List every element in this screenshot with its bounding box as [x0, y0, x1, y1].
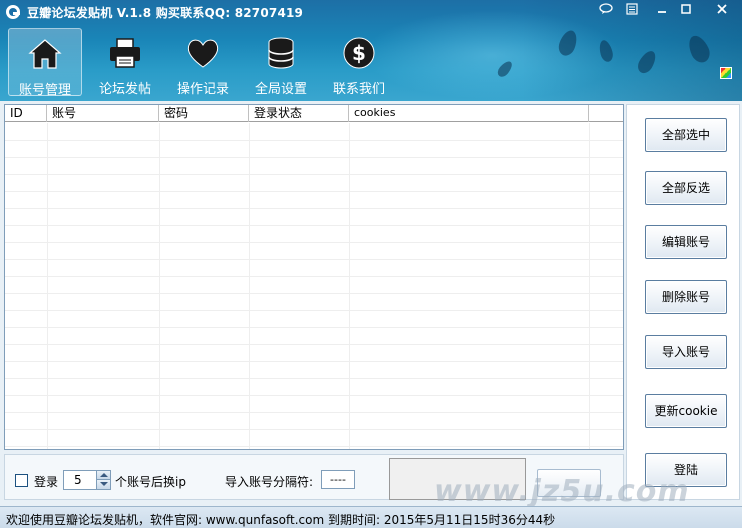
grid-column-line	[349, 123, 350, 449]
grid-row-line	[5, 242, 623, 243]
separator-input[interactable]: ----	[321, 470, 355, 489]
tab-contact-us[interactable]: $ 联系我们	[322, 28, 396, 97]
tab-label: 全局设置	[254, 82, 307, 97]
status-text: 欢迎使用豆瓣论坛发贴机，软件官网: www.qunfasoft.com 到期时间…	[6, 513, 556, 527]
select-all-button[interactable]: 全部选中	[645, 118, 727, 152]
grid-column-line	[249, 123, 250, 449]
database-icon	[268, 37, 294, 69]
invert-select-button[interactable]: 全部反选	[645, 171, 727, 205]
title-bar[interactable]: 豆瓣论坛发贴机 V.1.8 购买联系QQ: 82707419	[0, 0, 742, 24]
chat-icon[interactable]	[596, 2, 616, 16]
grid-row-line	[5, 429, 623, 430]
grid-row-line	[5, 225, 623, 226]
dollar-icon: $	[343, 37, 375, 69]
tab-global-settings[interactable]: 全局设置	[244, 28, 318, 97]
grid-row-line	[5, 174, 623, 175]
delete-account-button[interactable]: 删除账号	[645, 280, 727, 314]
stepper-up-icon[interactable]	[96, 471, 110, 480]
grid-row-line	[5, 310, 623, 311]
column-header-id[interactable]: ID	[5, 105, 47, 122]
app-title: 豆瓣论坛发贴机 V.1.8 购买联系QQ: 82707419	[27, 6, 304, 20]
login-checkbox-label: 登录	[34, 475, 59, 489]
column-header-password[interactable]: 密码	[159, 105, 249, 122]
separator-label: 导入账号分隔符:	[225, 475, 314, 489]
watermark: www.jz5u.com	[434, 474, 690, 509]
app-logo-icon	[6, 5, 20, 19]
edit-account-button[interactable]: 编辑账号	[645, 225, 727, 259]
grid-row-line	[5, 191, 623, 192]
grid-column-line	[159, 123, 160, 449]
switch-count-stepper[interactable]: 5	[63, 470, 111, 490]
import-account-button[interactable]: 导入账号	[645, 335, 727, 369]
action-panel: 全部选中 全部反选 编辑账号 删除账号 导入账号 更新cookie 登陆	[626, 104, 740, 500]
switch-suffix-label: 个账号后换ip	[115, 475, 186, 489]
column-header-login-status[interactable]: 登录状态	[249, 105, 349, 122]
column-header-cookies[interactable]: cookies	[349, 105, 589, 122]
grid-row-line	[5, 378, 623, 379]
stepper-down-icon[interactable]	[96, 480, 110, 489]
heart-icon	[187, 39, 219, 68]
grid-column-line	[589, 123, 590, 449]
grid-row-line	[5, 361, 623, 362]
grid-row-line	[5, 395, 623, 396]
tab-label: 账号管理	[18, 83, 71, 98]
grid-row-line	[5, 327, 623, 328]
login-checkbox[interactable]	[15, 474, 28, 487]
minimize-icon[interactable]	[652, 2, 672, 16]
column-header-account[interactable]: 账号	[47, 105, 159, 122]
printer-icon	[110, 38, 140, 68]
update-cookie-button[interactable]: 更新cookie	[645, 394, 727, 428]
grid-row-line	[5, 446, 623, 447]
grid-row-line	[5, 140, 623, 141]
tab-operation-log[interactable]: 操作记录	[166, 28, 240, 97]
tab-label: 论坛发帖	[98, 82, 151, 97]
close-icon[interactable]	[712, 2, 732, 16]
svg-text:$: $	[352, 41, 366, 65]
home-icon	[28, 39, 62, 69]
tab-account-manage[interactable]: 账号管理	[8, 28, 82, 98]
switch-count-value: 5	[74, 473, 82, 487]
maximize-icon[interactable]	[676, 2, 696, 16]
grid-row-line	[5, 208, 623, 209]
table-header: ID 账号 密码 登录状态 cookies	[5, 105, 623, 122]
grid-row-line	[5, 412, 623, 413]
tab-label: 操作记录	[176, 82, 229, 97]
table-body	[5, 123, 623, 449]
grid-row-line	[5, 259, 623, 260]
menu-icon[interactable]	[622, 2, 642, 16]
account-table[interactable]: ID 账号 密码 登录状态 cookies	[4, 104, 624, 450]
grid-row-line	[5, 344, 623, 345]
grid-row-line	[5, 157, 623, 158]
grid-column-line	[47, 123, 48, 449]
tab-forum-post[interactable]: 论坛发帖	[88, 28, 162, 97]
status-bar: 欢迎使用豆瓣论坛发贴机，软件官网: www.qunfasoft.com 到期时间…	[0, 506, 742, 528]
header-banner: 豆瓣论坛发贴机 V.1.8 购买联系QQ: 82707419 账号管理 论坛发帖…	[0, 0, 742, 101]
grid-row-line	[5, 293, 623, 294]
tab-label: 联系我们	[332, 82, 385, 97]
skin-palette-icon[interactable]	[720, 67, 732, 79]
grid-row-line	[5, 276, 623, 277]
